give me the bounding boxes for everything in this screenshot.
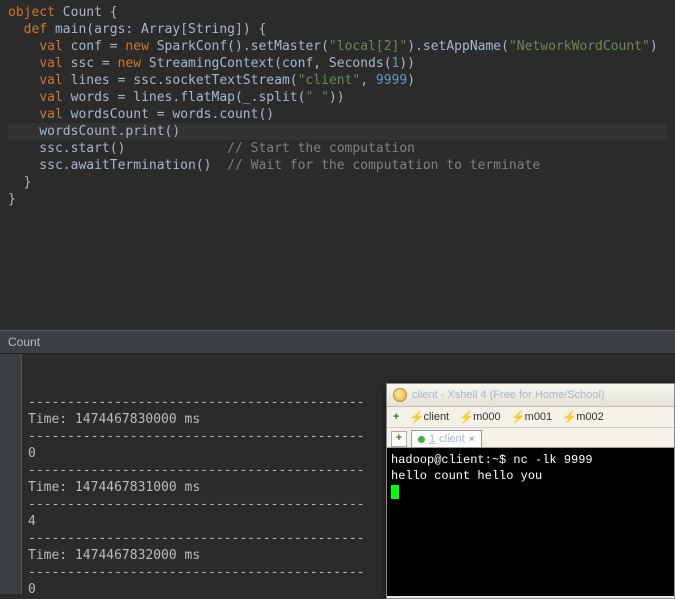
code-line[interactable]: val lines = ssc.socketTextStream("client… (8, 72, 667, 89)
connection-status-icon (418, 436, 425, 443)
tab-number: 1 (429, 433, 435, 445)
toolbar-label: client (423, 411, 449, 423)
xshell-toolbar: + ⚡client ⚡m000 ⚡m001 ⚡m002 (387, 407, 674, 428)
lightning-icon: ⚡ (459, 410, 470, 424)
xshell-tabbar: + 1 client × (387, 428, 674, 448)
lightning-icon: ⚡ (511, 410, 522, 424)
code-editor[interactable]: object Count { def main(args: Array[Stri… (0, 0, 675, 330)
new-tab-button[interactable]: + (391, 431, 407, 447)
toolbar-session-client[interactable]: ⚡client (409, 410, 449, 424)
code-line[interactable]: object Count { (8, 4, 667, 21)
terminal-line: hello count hello you (391, 468, 670, 484)
xshell-app-icon (393, 388, 407, 402)
code-line[interactable]: val conf = new SparkConf().setMaster("lo… (8, 38, 667, 55)
toolbar-label: m000 (473, 411, 501, 423)
terminal-cursor (391, 485, 399, 499)
terminal-output[interactable]: hadoop@client:~$ nc -lk 9999hello count … (387, 448, 674, 596)
code-line[interactable]: } (8, 191, 667, 208)
code-line[interactable]: def main(args: Array[String]) { (8, 21, 667, 38)
close-icon[interactable]: × (469, 434, 475, 445)
terminal-line: hadoop@client:~$ nc -lk 9999 (391, 452, 670, 468)
toolbar-session-m002[interactable]: ⚡m002 (562, 410, 604, 424)
code-line[interactable]: wordsCount.print() (8, 123, 667, 140)
code-line[interactable]: ssc.start() // Start the computation (8, 140, 667, 157)
tab-label: client (439, 433, 465, 445)
code-line[interactable]: val words = lines.flatMap(_.split(" ")) (8, 89, 667, 106)
lightning-icon: ⚡ (562, 410, 573, 424)
plus-icon: + (393, 411, 399, 423)
code-line[interactable]: val wordsCount = words.count() (8, 106, 667, 123)
toolbar-label: m001 (525, 411, 553, 423)
xshell-titlebar[interactable]: client - Xshell 4 (Free for Home/School) (387, 384, 674, 407)
xshell-window[interactable]: client - Xshell 4 (Free for Home/School)… (386, 383, 675, 599)
code-line[interactable]: val ssc = new StreamingContext(conf, Sec… (8, 55, 667, 72)
code-line[interactable]: ssc.awaitTermination() // Wait for the c… (8, 157, 667, 174)
toolbar-session-m000[interactable]: ⚡m000 (459, 410, 501, 424)
toolbar-label: m002 (576, 411, 604, 423)
code-line[interactable]: } (8, 174, 667, 191)
toolbar-add-button[interactable]: + (393, 411, 399, 423)
xshell-title-text: client - Xshell 4 (Free for Home/School) (412, 389, 605, 401)
toolbar-session-m001[interactable]: ⚡m001 (511, 410, 553, 424)
console-gutter (0, 354, 22, 594)
tab-client[interactable]: 1 client × (411, 430, 482, 447)
lightning-icon: ⚡ (409, 410, 420, 424)
console-panel-title: Count (0, 330, 675, 354)
